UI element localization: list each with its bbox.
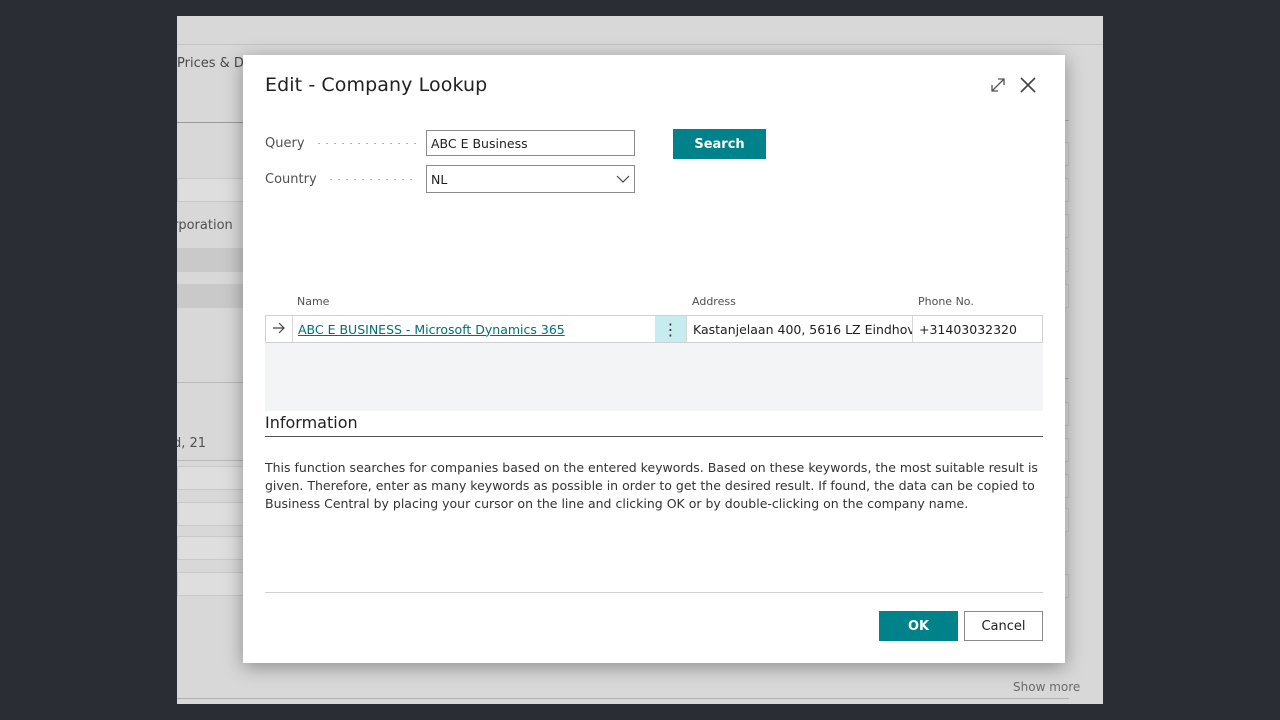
footer-divider xyxy=(265,592,1043,593)
row-actions-button[interactable]: ⋮ xyxy=(655,316,687,342)
company-name-link[interactable]: ABC E BUSINESS - Microsoft Dynamics 365 xyxy=(298,322,565,337)
show-more-link[interactable]: Show more xyxy=(1013,680,1080,694)
query-label: Query xyxy=(265,135,305,151)
column-header-address[interactable]: Address xyxy=(692,295,736,308)
country-label-container: Country xyxy=(265,172,426,187)
cell-name: ABC E BUSINESS - Microsoft Dynamics 365 xyxy=(293,316,655,342)
results-grid: ABC E BUSINESS - Microsoft Dynamics 365 … xyxy=(265,315,1043,411)
background-field xyxy=(177,502,247,526)
query-input[interactable] xyxy=(426,130,635,156)
query-label-container: Query xyxy=(265,136,426,151)
background-field xyxy=(177,248,247,272)
column-header-phone[interactable]: Phone No. xyxy=(918,295,974,308)
background-divider xyxy=(177,44,1103,45)
background-field xyxy=(177,536,247,560)
background-field xyxy=(177,466,247,490)
country-select[interactable]: NL xyxy=(426,165,635,193)
background-field xyxy=(177,178,247,202)
row-indicator xyxy=(266,316,293,342)
country-selected-value: NL xyxy=(431,171,448,187)
arrow-right-icon xyxy=(272,322,286,337)
information-title: Information xyxy=(265,413,358,432)
background-field xyxy=(177,284,247,308)
information-divider xyxy=(265,436,1043,437)
background-field-text: d, 21 xyxy=(177,436,207,451)
cell-address[interactable]: Kastanjelaan 400, 5616 LZ Eindhove… xyxy=(687,316,913,342)
close-icon[interactable] xyxy=(1016,73,1040,97)
column-header-name[interactable]: Name xyxy=(297,295,329,308)
dialog-title: Edit - Company Lookup xyxy=(265,74,488,96)
country-row: Country NL xyxy=(265,165,635,193)
expand-icon[interactable] xyxy=(986,73,1010,97)
background-divider xyxy=(177,122,247,123)
search-button[interactable]: Search xyxy=(673,129,766,159)
background-field-text: rporation xyxy=(177,218,233,233)
table-row[interactable]: ABC E BUSINESS - Microsoft Dynamics 365 … xyxy=(265,315,1043,343)
cell-phone[interactable]: +31403032320 xyxy=(913,316,1042,342)
background-divider xyxy=(177,698,1069,699)
company-lookup-dialog: Edit - Company Lookup Query Country NL xyxy=(243,55,1065,663)
query-row: Query xyxy=(265,130,635,156)
label-leader-dots xyxy=(326,178,418,180)
background-divider xyxy=(177,382,247,383)
chevron-down-icon xyxy=(616,172,630,187)
background-divider xyxy=(177,460,247,461)
background-field xyxy=(177,572,247,596)
information-text: This function searches for companies bas… xyxy=(265,460,1038,511)
country-label: Country xyxy=(265,171,317,187)
label-leader-dots xyxy=(314,142,418,144)
more-vertical-icon: ⋮ xyxy=(662,319,679,339)
ok-button[interactable]: OK xyxy=(879,611,958,641)
cancel-button[interactable]: Cancel xyxy=(964,611,1043,641)
